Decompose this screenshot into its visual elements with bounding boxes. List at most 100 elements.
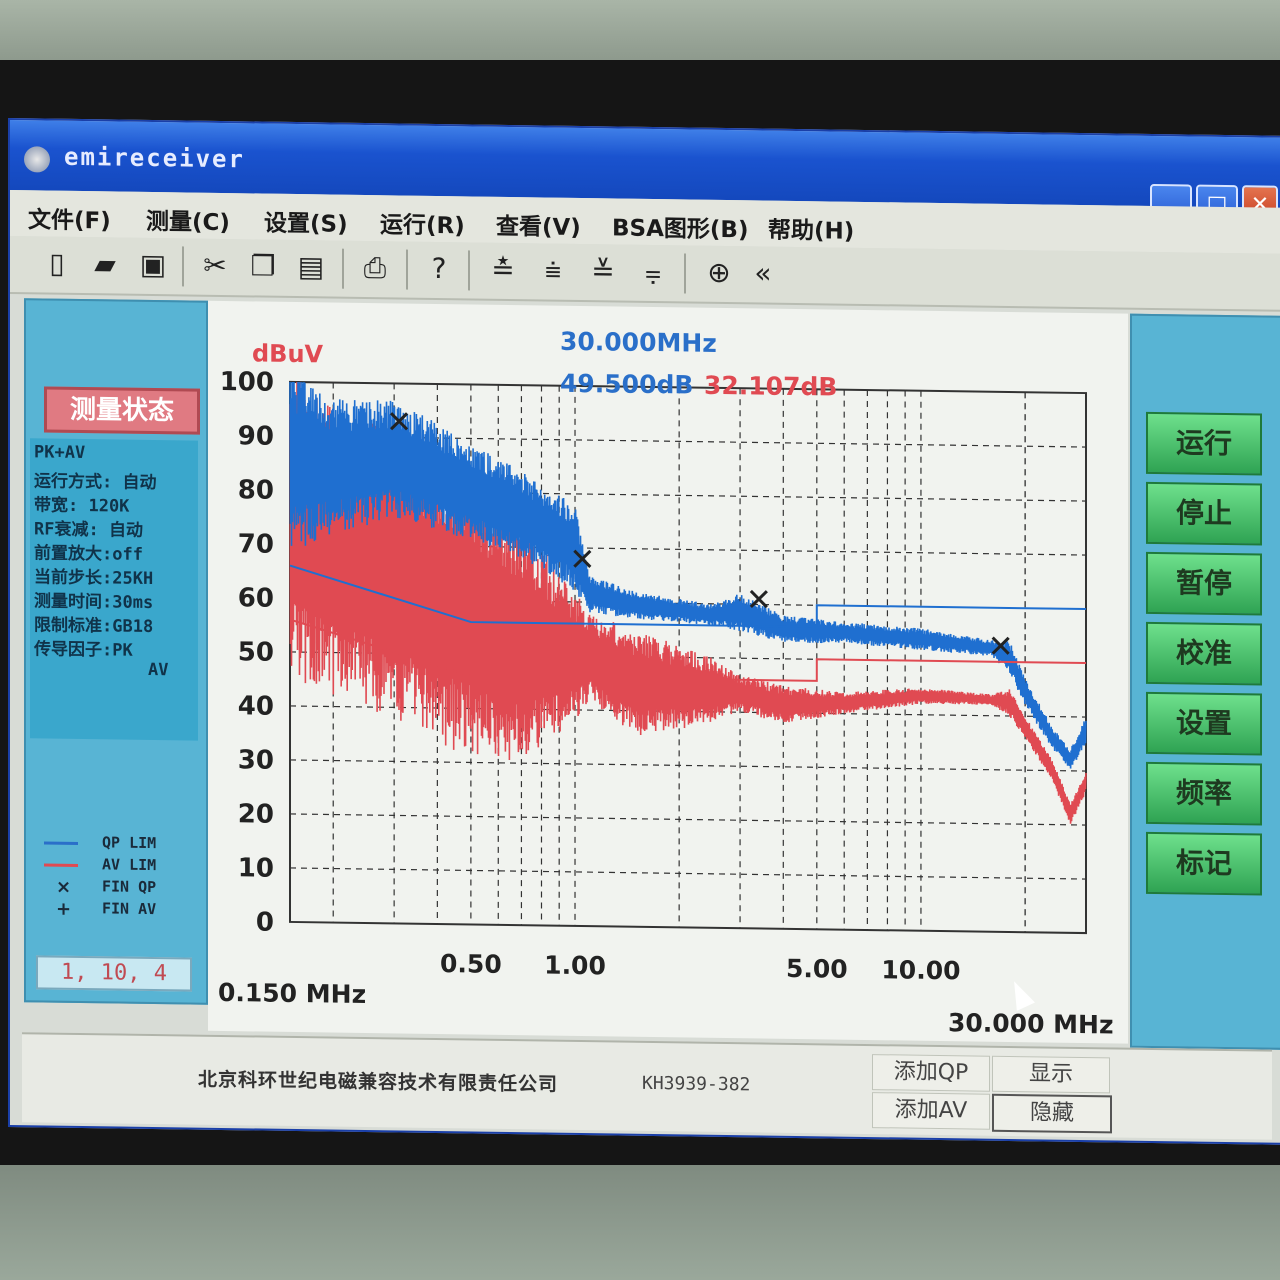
app-icon (24, 146, 50, 173)
status-title: 测量状态 (44, 386, 200, 435)
cross-marker-icon: × (56, 876, 72, 898)
readout-av-value: 32.107dB (704, 371, 837, 402)
y-tick-label: 50 (238, 637, 274, 668)
pause-button[interactable]: 暂停 (1146, 551, 1262, 616)
frequency-button[interactable]: 频率 (1146, 761, 1262, 826)
y-tick-label: 20 (238, 799, 274, 830)
status-line: 限制标准:GB18 (34, 615, 154, 638)
menu-run[interactable]: 运行(R) (380, 205, 465, 240)
readout-qp-value: 49.500dB (560, 369, 693, 400)
legend-label: QP LIM (102, 833, 157, 853)
toolbar-separator (684, 253, 686, 294)
save-icon[interactable]: ▣ (136, 248, 170, 282)
readout-frequency: 30.000MHz (560, 327, 717, 358)
legend-label: FIN QP (102, 877, 157, 897)
emireceiver-window: emireceiver ▁ □ ✕ 文件(F) 测量(C) 设置(S) 运行(R… (8, 118, 1280, 1145)
settings-button[interactable]: 设置 (1146, 691, 1262, 756)
marker-button[interactable]: 标记 (1146, 831, 1262, 896)
stop-button[interactable]: 停止 (1146, 481, 1262, 546)
status-line: 当前步长:25KH (34, 567, 154, 590)
plus-marker-icon: + (56, 898, 72, 920)
toolbar-separator (182, 246, 184, 287)
zoom-icon[interactable]: ⊕ (702, 256, 736, 290)
status-line: PK+AV (34, 442, 86, 464)
align-1-icon[interactable]: ≛ (486, 253, 520, 287)
window-title: emireceiver (64, 142, 245, 174)
y-tick-label: 100 (220, 367, 274, 398)
y-tick-label: 80 (238, 475, 274, 506)
menu-view[interactable]: 查看(V) (496, 207, 581, 242)
x-tick-label: 1.00 (544, 950, 606, 980)
legend-fin-qp: × FIN QP (44, 877, 194, 899)
footer-bar: 北京科环世纪电磁兼容技术有限责任公司 KH3939-382 添加QP 显示 添加… (22, 1032, 1272, 1140)
rewind-icon[interactable]: « (746, 256, 780, 290)
toolbar-separator (342, 248, 344, 289)
status-line: 带宽: 120K (34, 495, 130, 517)
align-4-icon[interactable]: ⩦ (636, 255, 670, 289)
menu-measure[interactable]: 测量(C) (146, 202, 230, 237)
emission-chart: 0 10 20 30 40 50 60 70 80 90 100 0.50 1.00 5.00 10.00… (218, 327, 1114, 1040)
calibrate-button[interactable]: 校准 (1146, 621, 1262, 686)
model-number: KH3939-382 (642, 1072, 751, 1096)
add-qp-button[interactable]: 添加QP (872, 1054, 990, 1092)
plot-area: 0 10 20 30 40 50 60 70 80 90 100 0.50 1.00 5.00 10.00… (208, 300, 1128, 1044)
y-tick-labels: 0 10 20 30 40 50 60 70 80 90 100 (220, 367, 274, 938)
menu-settings[interactable]: 设置(S) (264, 204, 348, 239)
company-name: 北京科环世纪电磁兼容技术有限责任公司 (198, 1068, 559, 1096)
y-tick-label: 30 (238, 745, 274, 776)
help-icon[interactable]: ? (422, 252, 456, 286)
y-tick-label: 40 (238, 691, 274, 722)
menu-bsa-graph[interactable]: BSA图形(B) (612, 208, 748, 244)
y-tick-label: 60 (238, 583, 274, 614)
menu-help[interactable]: 帮助(H) (768, 211, 854, 246)
status-line: RF衰减: 自动 (34, 519, 143, 541)
cut-icon[interactable]: ✂ (198, 249, 232, 283)
monitor-bezel-bottom (0, 1165, 1280, 1280)
toolbar-separator (406, 249, 408, 290)
legend-av-line (44, 863, 78, 867)
x-tick-label: 0.50 (440, 949, 502, 979)
status-line: 前置放大:off (34, 543, 143, 565)
coordinate-display: 1, 10, 4 (36, 955, 192, 992)
toolbar-separator (468, 250, 470, 291)
status-line: 传导因子:PK (34, 639, 133, 661)
run-button[interactable]: 运行 (1146, 411, 1262, 476)
align-2-icon[interactable]: ⩧ (536, 253, 570, 287)
status-line: 测量时间:30ms (34, 591, 154, 614)
x-tick-label: 10.00 (881, 955, 960, 985)
menu-file[interactable]: 文件(F) (28, 200, 111, 235)
align-3-icon[interactable]: ≚ (586, 254, 620, 288)
x-tick-labels: 0.50 1.00 5.00 10.00 (440, 949, 960, 985)
control-panel: 运行 停止 暂停 校准 设置 频率 标记 (1130, 313, 1280, 1050)
status-line: AV (148, 659, 169, 681)
status-line: 运行方式: 自动 (34, 471, 157, 494)
x-tick-label: 5.00 (786, 954, 848, 984)
new-file-icon[interactable]: ▯ (40, 246, 74, 280)
hide-button[interactable]: 隐藏 (992, 1093, 1112, 1134)
show-button[interactable]: 显示 (992, 1055, 1110, 1094)
measure-status-panel: 测量状态 PK+AV 运行方式: 自动 带宽: 120K RF衰减: 自动 前置… (24, 298, 208, 1005)
paste-icon[interactable]: ▤ (294, 250, 328, 284)
legend-qp-line (44, 841, 78, 845)
x-end-label: 30.000 MHz (948, 1008, 1114, 1039)
copy-icon[interactable]: ❐ (246, 249, 280, 283)
legend-qp-lim: QP LIM (44, 833, 194, 855)
status-box: PK+AV 运行方式: 自动 带宽: 120K RF衰减: 自动 前置放大:of… (30, 438, 198, 741)
y-tick-label: 90 (238, 421, 274, 452)
legend-fin-av: + FIN AV (44, 899, 194, 921)
y-unit-label: dBuV (252, 339, 324, 368)
x-start-label: 0.150 MHz (218, 978, 366, 1009)
y-tick-label: 70 (238, 529, 274, 560)
legend-label: AV LIM (102, 855, 157, 875)
y-tick-label: 10 (238, 853, 274, 884)
h-gridline (290, 759, 1086, 772)
h-gridline (290, 867, 1086, 880)
y-tick-label: 0 (256, 907, 274, 937)
h-gridline (290, 813, 1086, 826)
legend-label: FIN AV (102, 899, 157, 919)
qp-final-marker (749, 589, 768, 609)
legend-av-lim: AV LIM (44, 855, 194, 877)
print-icon[interactable]: ⎙ (358, 251, 392, 285)
add-av-button[interactable]: 添加AV (872, 1092, 990, 1130)
open-folder-icon[interactable]: ▰ (88, 247, 122, 281)
